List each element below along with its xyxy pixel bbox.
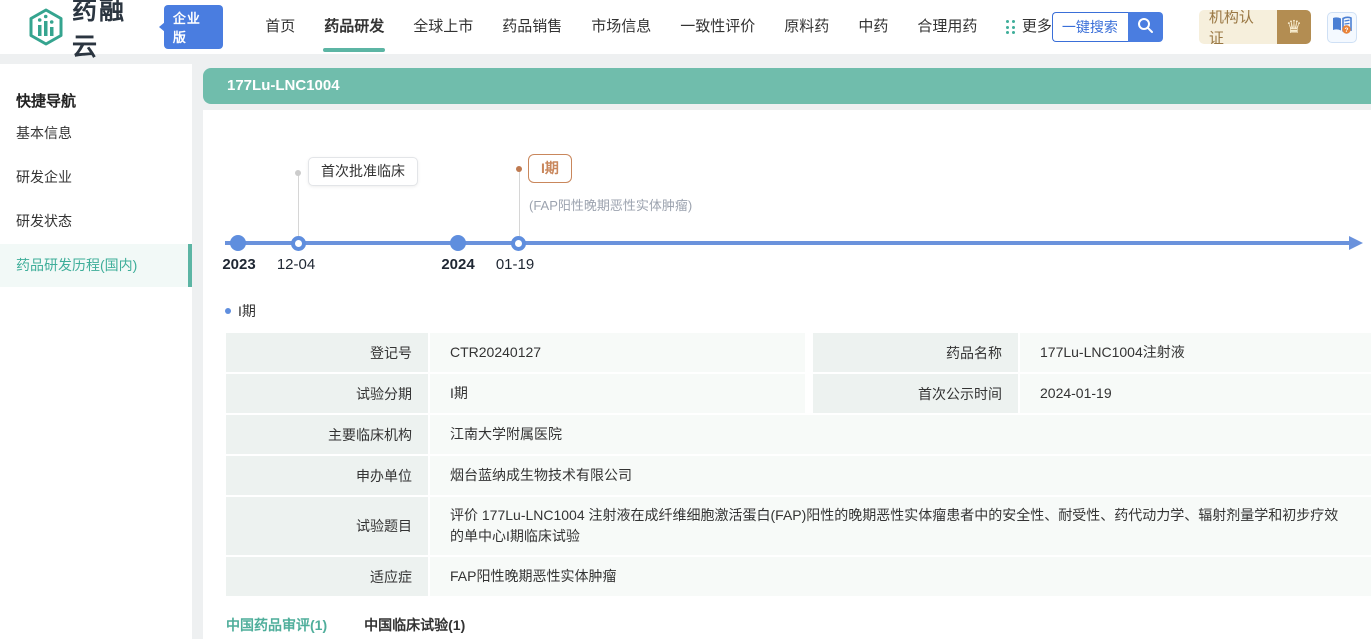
row-label: 首次公示时间 [813, 374, 1018, 413]
table-row: 试验题目 评价 177Lu-LNC1004 注射液在成纤维细胞激活蛋白(FAP)… [226, 497, 1371, 555]
tab-china-drug-review[interactable]: 中国药品审评(1) [226, 615, 327, 635]
first-publicity-date-value: 2024-01-19 [1020, 374, 1371, 413]
row-label: 适应症 [226, 557, 428, 596]
drug-name-value: 177Lu-LNC1004注射液 [1020, 333, 1371, 372]
help-book-button[interactable]: ? [1326, 11, 1357, 43]
timeline-connector-dot [516, 166, 522, 172]
row-label: 试验分期 [226, 374, 428, 413]
svg-text:?: ? [1344, 27, 1348, 34]
timeline-label-year: 2024 [441, 256, 475, 273]
nav-item-rational-use[interactable]: 合理用药 [917, 0, 977, 54]
edition-badge: 企业版 [158, 5, 224, 49]
main-clinical-institution-value: 江南大学附属医院 [430, 415, 1371, 454]
row-label: 主要临床机构 [226, 415, 428, 454]
trial-phase-value: I期 [430, 374, 805, 413]
table-row: 适应症 FAP阳性晚期恶性实体肿瘤 [226, 557, 1371, 596]
bullet-icon [225, 308, 231, 314]
brand-name: 药融云 [72, 0, 127, 61]
nav-item-market-info[interactable]: 市场信息 [591, 0, 651, 54]
timeline-event-phase1-indication: (FAP阳性晚期恶性实体肿瘤) [529, 198, 693, 213]
table-row: 主要临床机构 江南大学附属医院 [226, 415, 1371, 454]
search-icon [1137, 17, 1154, 37]
table-row: 申办单位 烟台蓝纳成生物技术有限公司 [226, 456, 1371, 495]
nav-item-more[interactable]: 更多 [1006, 0, 1052, 54]
logo-icon [28, 8, 64, 46]
timeline-axis [225, 241, 1349, 245]
timeline-dot-2023 [230, 235, 246, 251]
search-button[interactable] [1127, 12, 1163, 42]
apps-grid-icon [1006, 20, 1015, 34]
timeline-dot-2024 [450, 235, 466, 251]
section-title: I期 [238, 303, 256, 319]
page: 药融云 企业版 首页 药品研发 全球上市 药品销售 市场信息 一致性评价 原料药… [0, 0, 1371, 639]
org-certification-badge[interactable]: 机构认证 ♛ [1198, 10, 1311, 44]
timeline-label-year: 2023 [222, 256, 256, 273]
page-title: 177Lu-LNC1004 [203, 68, 1371, 104]
sidebar-item-rnd-history-domestic[interactable]: 药品研发历程(国内) [0, 244, 192, 287]
nav-item-drug-sales[interactable]: 药品销售 [502, 0, 562, 54]
timeline-label-date: 12-04 [276, 256, 316, 273]
more-label: 更多 [1021, 18, 1052, 35]
quick-nav-sidebar: 快捷导航 基本信息 研发企业 研发状态 药品研发历程(国内) [0, 64, 192, 639]
nav-item-tcm[interactable]: 中药 [858, 0, 888, 54]
row-label: 试验题目 [226, 497, 428, 555]
timeline-connector [519, 170, 520, 236]
content-panel: 2023 12-04 2024 01-19 首次批准临床 I期 (FAP阳性晚期… [203, 110, 1371, 639]
timeline-dot-12-04[interactable] [291, 236, 306, 251]
nav-item-home[interactable]: 首页 [265, 0, 295, 54]
sidebar-item-basic-info[interactable]: 基本信息 [0, 112, 192, 155]
table-row: 登记号 CTR20240127 药品名称 177Lu-LNC1004注射液 [226, 333, 1371, 372]
timeline-event-phase1: I期 [528, 154, 572, 183]
registration-number-value: CTR20240127 [430, 333, 805, 372]
main-content: 177Lu-LNC1004 2023 12-04 2024 01-19 首次批准… [203, 68, 1371, 639]
tab-china-clinical-trials[interactable]: 中国临床试验(1) [364, 615, 465, 635]
trial-detail-table: 登记号 CTR20240127 药品名称 177Lu-LNC1004注射液 试验… [226, 333, 1371, 596]
brand-logo[interactable]: 药融云 企业版 [28, 0, 224, 63]
main-nav: 首页 药品研发 全球上市 药品销售 市场信息 一致性评价 原料药 中药 合理用药… [265, 0, 1052, 54]
nav-item-api[interactable]: 原料药 [784, 0, 829, 54]
sidebar-item-rnd-company[interactable]: 研发企业 [0, 156, 192, 199]
timeline-label-date: 01-19 [495, 256, 535, 273]
sidebar-item-rnd-status[interactable]: 研发状态 [0, 200, 192, 243]
org-cert-label: 机构认证 [1208, 10, 1254, 44]
timeline-event-first-clinical-approval: 首次批准临床 [308, 157, 418, 186]
top-navbar: 药融云 企业版 首页 药品研发 全球上市 药品销售 市场信息 一致性评价 原料药… [0, 0, 1371, 61]
nav-item-global-listing[interactable]: 全球上市 [413, 0, 473, 54]
timeline-connector [298, 175, 299, 236]
nav-item-consistency-eval[interactable]: 一致性评价 [680, 0, 755, 54]
indication-value: FAP阳性晚期恶性实体肿瘤 [430, 557, 1371, 596]
sidebar-title: 快捷导航 [16, 93, 77, 110]
timeline-arrow-icon [1349, 236, 1363, 250]
navbar-right: 一键搜索 机构认证 ♛ ? [1051, 10, 1357, 44]
phase-section: I期 登记号 CTR20240127 药品名称 177Lu-LNC1004注射液… [225, 301, 1371, 635]
section-title-row: I期 [225, 301, 1371, 321]
search-input[interactable]: 一键搜索 [1051, 12, 1128, 42]
row-label: 药品名称 [813, 333, 1018, 372]
nav-item-drug-rnd[interactable]: 药品研发 [324, 0, 384, 54]
quick-search: 一键搜索 [1051, 12, 1163, 42]
row-label: 申办单位 [226, 456, 428, 495]
timeline-connector-dot [295, 170, 301, 176]
row-label: 登记号 [226, 333, 428, 372]
book-help-icon: ? [1331, 15, 1353, 40]
bottom-tabs: 中国药品审评(1) 中国临床试验(1) [226, 615, 1371, 635]
crown-icon: ♛ [1277, 10, 1311, 44]
table-row: 试验分期 I期 首次公示时间 2024-01-19 [226, 374, 1371, 413]
sponsor-value: 烟台蓝纳成生物技术有限公司 [430, 456, 1371, 495]
timeline-dot-01-19[interactable] [511, 236, 526, 251]
trial-title-value: 评价 177Lu-LNC1004 注射液在成纤维细胞激活蛋白(FAP)阳性的晚期… [430, 497, 1371, 555]
